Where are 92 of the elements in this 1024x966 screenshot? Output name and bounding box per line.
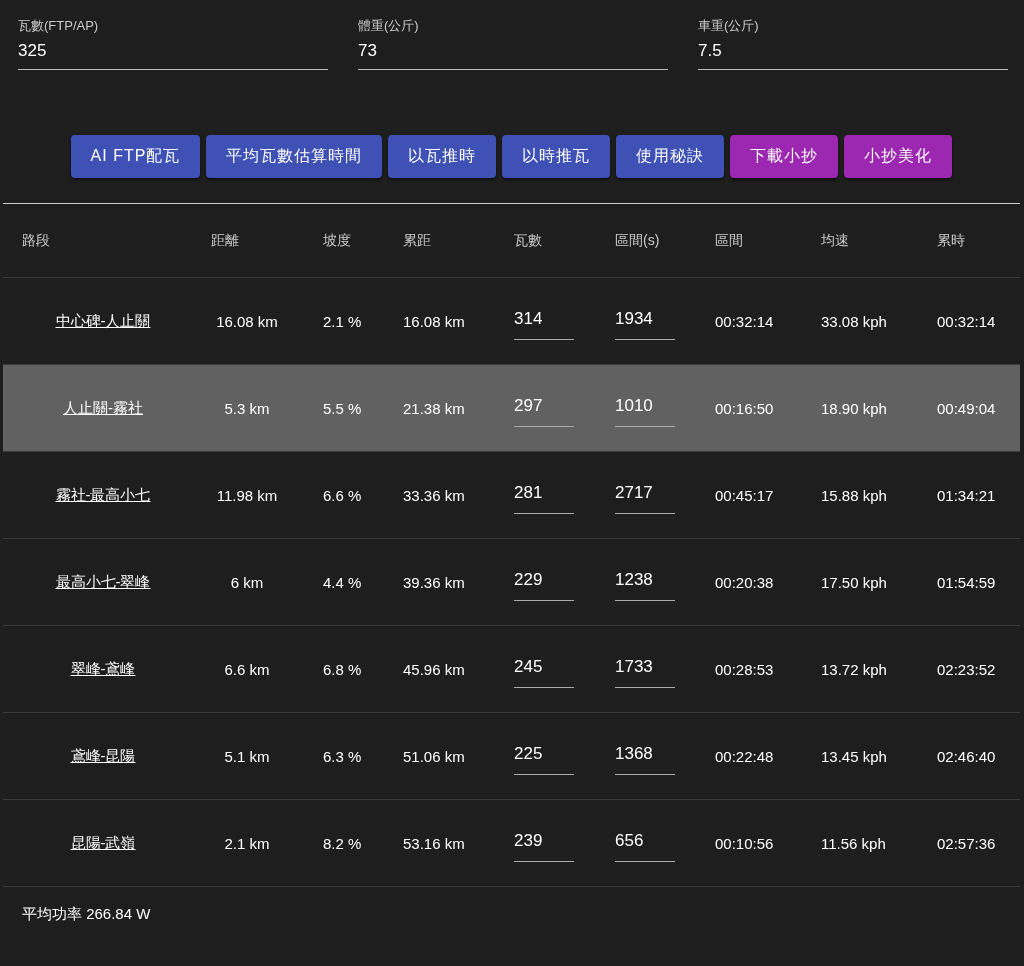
interval-input[interactable]: 1368 bbox=[615, 743, 675, 775]
table-cell: 6 km bbox=[230, 573, 264, 591]
segment-link[interactable]: 昆陽-武嶺 bbox=[70, 833, 136, 851]
table-cell: 01:54:59 bbox=[937, 573, 996, 591]
segment-link[interactable]: 霧社-最高小七 bbox=[55, 485, 151, 503]
column-header: 累距 bbox=[402, 231, 432, 250]
action-button[interactable]: AI FTP配瓦 bbox=[70, 135, 201, 178]
input-field[interactable]: 車重(公斤) 7.5 bbox=[698, 17, 1008, 70]
table-cell: 2.1 km bbox=[224, 834, 270, 852]
table-row[interactable]: 昆陽-武嶺 2.1 km 8.2 % 53.16 km 239 656 00:10:56 11.56 kph 02:57:36 bbox=[3, 800, 1020, 887]
table-row[interactable]: 人止關-霧社 5.3 km 5.5 % 21.38 km 297 1010 00:16:50 18.90 kph 00:49:04 bbox=[3, 365, 1020, 452]
table-cell: 00:16:50 bbox=[715, 399, 774, 417]
watts-input[interactable]: 281 bbox=[514, 482, 574, 514]
table-cell: 16.08 km bbox=[403, 312, 465, 330]
action-button[interactable]: 下載小抄 bbox=[730, 135, 839, 178]
table-cell: 45.96 km bbox=[403, 660, 465, 678]
table-cell: 15.88 kph bbox=[821, 486, 887, 504]
watts-input[interactable]: 225 bbox=[514, 743, 574, 775]
table-cell: 4.4 % bbox=[323, 573, 362, 591]
interval-input[interactable]: 1733 bbox=[615, 656, 675, 688]
interval-input[interactable]: 1238 bbox=[615, 569, 675, 601]
interval-input[interactable]: 1010 bbox=[615, 395, 675, 427]
action-button[interactable]: 以時推瓦 bbox=[502, 135, 611, 178]
table-cell: 17.50 kph bbox=[821, 573, 887, 591]
table-cell: 13.45 kph bbox=[821, 747, 887, 765]
table-cell: 00:22:48 bbox=[715, 747, 774, 765]
table-cell: 53.16 km bbox=[403, 834, 465, 852]
input-field[interactable]: 瓦數(FTP/AP) 325 bbox=[18, 17, 328, 70]
action-button[interactable]: 以瓦推時 bbox=[388, 135, 497, 178]
table-row[interactable]: 翠峰-鳶峰 6.6 km 6.8 % 45.96 km 245 1733 00:28:53 13.72 kph 02:23:52 bbox=[3, 626, 1020, 713]
table-cell: 00:32:14 bbox=[937, 312, 996, 330]
table-cell: 02:57:36 bbox=[937, 834, 996, 852]
watts-input[interactable]: 229 bbox=[514, 569, 574, 601]
table-cell: 8.2 % bbox=[323, 834, 362, 852]
table-cell: 6.8 % bbox=[323, 660, 362, 678]
table-cell: 00:32:14 bbox=[715, 312, 774, 330]
table-cell: 51.06 km bbox=[403, 747, 465, 765]
average-power-text: 平均功率 266.84 W bbox=[22, 905, 151, 922]
table-cell: 5.1 km bbox=[224, 747, 270, 765]
table-cell: 6.3 % bbox=[323, 747, 362, 765]
watts-input[interactable]: 314 bbox=[514, 308, 574, 340]
table-cell: 11.56 kph bbox=[821, 834, 886, 852]
column-header: 瓦數 bbox=[513, 231, 543, 250]
segment-link[interactable]: 中心碑-人止關 bbox=[55, 311, 151, 329]
table-cell: 11.98 km bbox=[216, 486, 278, 504]
table-cell: 21.38 km bbox=[403, 399, 465, 417]
field-label: 體重(公斤) bbox=[358, 17, 419, 35]
table-row[interactable]: 最高小七-翠峰 6 km 4.4 % 39.36 km 229 1238 00:20:38 17.50 kph 01:54:59 bbox=[3, 539, 1020, 626]
column-header: 坡度 bbox=[322, 231, 352, 250]
table-cell: 00:49:04 bbox=[937, 399, 996, 417]
watts-input[interactable]: 239 bbox=[514, 830, 574, 862]
table-cell: 5.5 % bbox=[323, 399, 362, 417]
action-button[interactable]: 平均瓦數估算時間 bbox=[206, 135, 383, 178]
segment-link[interactable]: 鳶峰-昆陽 bbox=[70, 746, 136, 764]
interval-input[interactable]: 2717 bbox=[615, 482, 675, 514]
table-cell: 33.36 km bbox=[403, 486, 465, 504]
field-label: 車重(公斤) bbox=[698, 17, 759, 35]
table-cell: 13.72 kph bbox=[821, 660, 887, 678]
action-button[interactable]: 使用秘訣 bbox=[616, 135, 725, 178]
table-cell: 00:20:38 bbox=[715, 573, 774, 591]
table-cell: 39.36 km bbox=[403, 573, 465, 591]
table-cell: 00:28:53 bbox=[715, 660, 774, 678]
table-cell: 16.08 km bbox=[216, 312, 278, 330]
action-button[interactable]: 小抄美化 bbox=[844, 135, 953, 178]
table-cell: 00:45:17 bbox=[715, 486, 774, 504]
column-header: 累時 bbox=[936, 231, 966, 250]
table-cell: 5.3 km bbox=[224, 399, 270, 417]
column-header: 路段 bbox=[21, 231, 51, 250]
column-header: 區間 bbox=[714, 231, 744, 250]
watts-input[interactable]: 245 bbox=[514, 656, 574, 688]
segment-link[interactable]: 翠峰-鳶峰 bbox=[70, 659, 136, 677]
input-field[interactable]: 體重(公斤) 73 bbox=[358, 17, 668, 70]
segment-link[interactable]: 最高小七-翠峰 bbox=[55, 572, 151, 590]
interval-input[interactable]: 656 bbox=[615, 830, 675, 862]
table-cell: 02:23:52 bbox=[937, 660, 996, 678]
segment-link[interactable]: 人止關-霧社 bbox=[63, 398, 143, 416]
interval-input[interactable]: 1934 bbox=[615, 308, 675, 340]
table-cell: 01:34:21 bbox=[937, 486, 996, 504]
table-cell: 18.90 kph bbox=[821, 399, 887, 417]
column-header: 距離 bbox=[210, 231, 240, 250]
table-cell: 2.1 % bbox=[323, 312, 362, 330]
table-row[interactable]: 鳶峰-昆陽 5.1 km 6.3 % 51.06 km 225 1368 00:22:48 13.45 kph 02:46:40 bbox=[3, 713, 1020, 800]
table-cell: 00:10:56 bbox=[715, 834, 774, 852]
table-row[interactable]: 霧社-最高小七 11.98 km 6.6 % 33.36 km 281 2717 00:45:17 15.88 kph 01:34:21 bbox=[3, 452, 1020, 539]
table-cell: 6.6 km bbox=[224, 660, 270, 678]
table-cell: 33.08 kph bbox=[821, 312, 887, 330]
column-header: 區間(s) bbox=[614, 231, 661, 250]
table-cell: 02:46:40 bbox=[937, 747, 996, 765]
table-cell: 6.6 % bbox=[323, 486, 362, 504]
field-label: 瓦數(FTP/AP) bbox=[18, 17, 99, 35]
column-header: 均速 bbox=[820, 231, 850, 250]
watts-input[interactable]: 297 bbox=[514, 395, 574, 427]
